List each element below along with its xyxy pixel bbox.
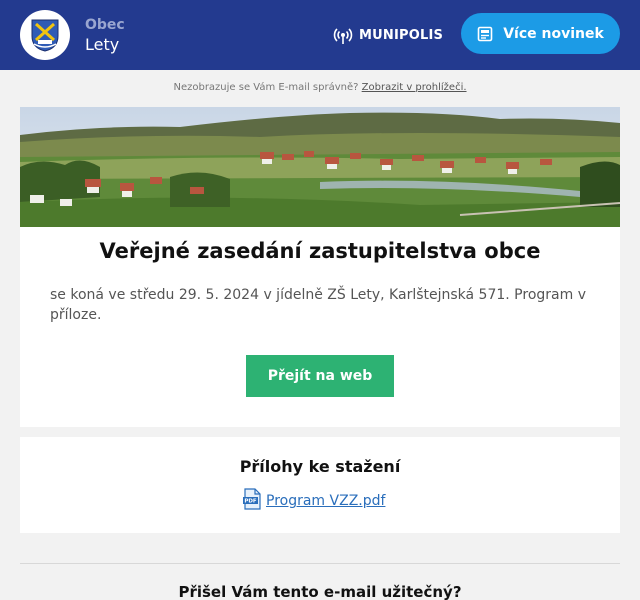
feedback-question: Přišel Vám tento e-mail užitečný? — [178, 583, 462, 600]
org-label: Obec — [85, 17, 125, 33]
munipolis-label: MUNIPOLIS — [359, 27, 444, 43]
svg-text:PDF: PDF — [244, 499, 257, 505]
article-body: se koná ve středu 29. 5. 2024 v jídelně … — [50, 287, 586, 323]
more-news-button[interactable]: Více novinek — [461, 13, 620, 54]
go-to-web-button[interactable]: Přejít na web — [246, 355, 394, 397]
attachments-card: Přílohy ke stažení PDF Program VZZ.pdf — [20, 437, 620, 533]
notice-text: Nezobrazuje se Vám E-mail správně? — [173, 82, 359, 93]
org-name: Lety — [85, 35, 120, 54]
broadcast-icon — [333, 28, 353, 44]
article-card: Veřejné zasedání zastupitelstva obce se … — [20, 107, 620, 427]
hero-image — [20, 107, 620, 227]
attachment-link[interactable]: PDF Program VZZ.pdf — [242, 488, 385, 510]
header-bar: Obec Lety MUNIPOLIS Více novinek — [0, 0, 640, 70]
attachments-title: Přílohy ke stažení — [239, 457, 401, 476]
munipolis-logo[interactable]: MUNIPOLIS — [333, 24, 443, 46]
coat-of-arms-icon — [31, 19, 59, 52]
more-news-label: Více novinek — [503, 25, 604, 42]
newspaper-icon — [477, 26, 493, 41]
view-in-browser-link[interactable]: Zobrazit v prohlížeči. — [362, 82, 467, 93]
display-notice: Nezobrazuje se Vám E-mail správně? Zobra… — [0, 82, 640, 93]
attachment-filename: Program VZZ.pdf — [266, 493, 386, 509]
municipality-crest — [20, 10, 70, 60]
pdf-file-icon: PDF — [243, 488, 261, 510]
footer-divider — [20, 563, 620, 564]
article-title: Veřejné zasedání zastupitelstva obce — [99, 239, 541, 263]
village-landscape-image — [20, 107, 620, 227]
